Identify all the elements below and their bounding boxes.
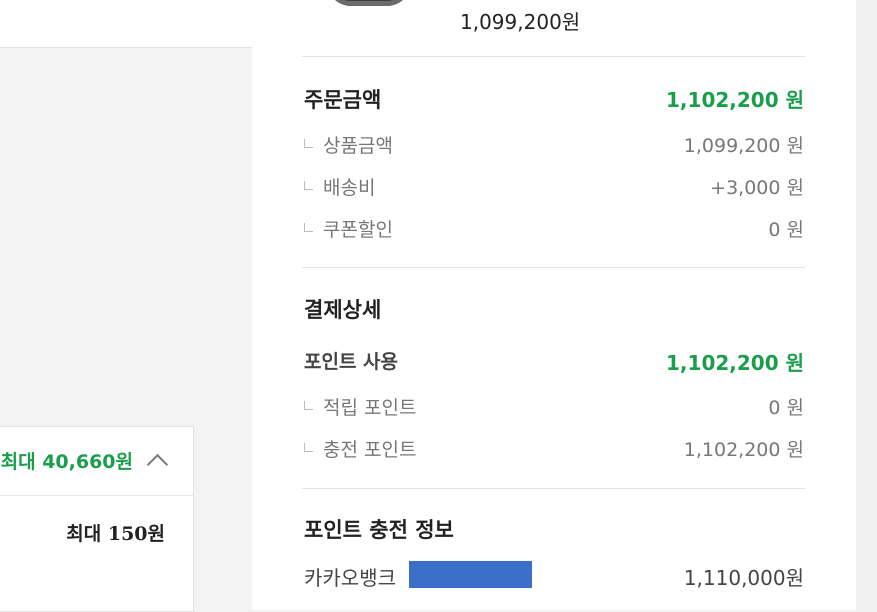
reward-header[interactable]: 최대 40,660원 (0, 427, 193, 496)
payment-row-text: 적립 포인트 (323, 397, 417, 419)
reward-total: 최대 40,660원 (0, 451, 133, 473)
sub-item-marker-icon (304, 181, 313, 190)
payment-row-label: 충전 포인트 (304, 435, 416, 462)
payment-row-text: 충전 포인트 (323, 439, 417, 461)
sub-item-marker-icon (304, 443, 313, 452)
order-amount-total: 1,102,200 원 (666, 88, 804, 112)
bank-name: 카카오뱅크 (304, 566, 396, 590)
point-use-total: 1,102,200 원 (666, 351, 804, 375)
order-row-value: 0 원 (768, 219, 804, 241)
order-row-label: 배송비 (304, 173, 375, 200)
masked-account-number (409, 561, 532, 588)
product-price: 1,099,200원 (460, 10, 581, 34)
order-row-text: 배송비 (323, 177, 376, 199)
order-row-text: 쿠폰할인 (323, 219, 393, 241)
reward-summary-box: 최대 40,660원 최대 150원 (0, 426, 194, 612)
reward-item-value: 최대 150원 (66, 523, 165, 545)
payment-row-label: 적립 포인트 (304, 393, 416, 420)
left-top-band (0, 0, 252, 48)
payment-row-value: 1,102,200 원 (683, 439, 804, 461)
payment-detail-title: 결제상세 (304, 297, 382, 322)
charge-amount: 1,110,000원 (683, 566, 804, 590)
order-summary-panel: 1,099,200원 주문금액 1,102,200 원 상품금액 1,099,2… (252, 0, 856, 610)
divider (302, 488, 805, 489)
sub-item-marker-icon (304, 401, 313, 410)
order-row-value: 1,099,200 원 (683, 135, 804, 157)
order-amount-title: 주문금액 (304, 87, 382, 112)
sub-item-marker-icon (304, 139, 313, 148)
sub-item-marker-icon (304, 223, 313, 232)
order-row-text: 상품금액 (323, 135, 393, 157)
divider (302, 56, 805, 57)
order-row-value: +3,000 원 (710, 177, 804, 199)
right-background (856, 0, 877, 610)
payment-row-value: 0 원 (768, 397, 804, 419)
point-use-label: 포인트 사용 (304, 351, 399, 373)
charge-info-title: 포인트 충전 정보 (304, 517, 454, 542)
order-row-label: 상품금액 (304, 131, 393, 158)
divider (302, 267, 805, 268)
order-row-label: 쿠폰할인 (304, 215, 393, 242)
chevron-up-icon[interactable] (146, 453, 169, 476)
product-thumbnail (327, 0, 411, 6)
